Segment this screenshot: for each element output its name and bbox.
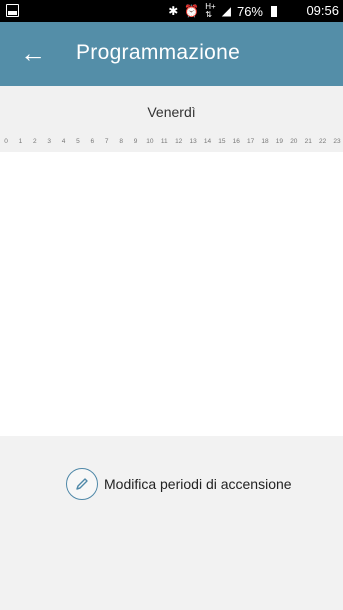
hour-label: 19	[275, 138, 284, 145]
hour-label: 3	[47, 138, 51, 145]
hour-label: 15	[218, 138, 226, 145]
pencil-icon	[66, 468, 98, 500]
hour-label: 12	[175, 138, 183, 145]
hour-label: 6	[90, 138, 95, 145]
arrow-left-icon[interactable]: ←	[20, 40, 46, 66]
page-title: Programmazione	[76, 41, 241, 64]
edit-periods-button[interactable]: Modifica periodi di accensione	[66, 468, 292, 500]
hour-label: 8	[119, 138, 123, 145]
hour-label: 7	[104, 138, 109, 145]
hour-label: 21	[304, 138, 312, 145]
app-bar: ← Programmazione	[0, 22, 343, 86]
schedule-timeline	[0, 152, 343, 436]
battery-icon	[271, 5, 277, 17]
status-time: 09:56	[306, 3, 339, 18]
hour-scale: 0 1 2 3 4 5 6 7 8 9 10 11 12 13 14 15 16 17 18 19 20 21 22 23	[0, 138, 343, 148]
hour-label: 1	[18, 138, 23, 145]
status-icons: ✱ ⏰ H+ ⇅ ◢ 76%	[168, 3, 277, 19]
edit-periods-label: Modifica periodi di accensione	[104, 476, 292, 492]
battery-percent: 76%	[236, 3, 263, 19]
hour-label: 0	[4, 138, 8, 145]
status-bar: ✱ ⏰ H+ ⇅ ◢ 76% 09:56	[0, 0, 343, 22]
hour-label: 4	[61, 138, 66, 145]
bluetooth-icon: ✱	[168, 4, 179, 18]
day-header: Venerdì 0 1 2 3 4 5 6 7 8 9 10 11 12 13 14 15 16 17 18 19 20…	[0, 86, 343, 152]
hplus-signal-icon: H+ ⇅	[205, 2, 216, 19]
day-label: Venerdì	[147, 104, 196, 120]
hour-label: 18	[261, 138, 269, 145]
signal-icon: ◢	[221, 4, 231, 18]
hour-label: 23	[333, 138, 341, 145]
hour-label: 14	[203, 138, 212, 145]
hour-label: 20	[290, 138, 298, 145]
hour-label: 13	[189, 138, 197, 145]
hour-label: 22	[318, 138, 327, 145]
action-panel: Modifica periodi di accensione	[0, 436, 343, 610]
alarm-icon: ⏰	[184, 4, 200, 18]
hour-label: 11	[160, 138, 168, 145]
hour-label: 9	[133, 138, 138, 145]
screenshot-icon	[6, 4, 19, 17]
hour-label: 16	[232, 138, 240, 145]
hour-label: 10	[146, 138, 154, 145]
hour-label: 2	[32, 138, 37, 145]
hour-label: 5	[76, 138, 80, 145]
hour-label: 17	[247, 138, 255, 145]
